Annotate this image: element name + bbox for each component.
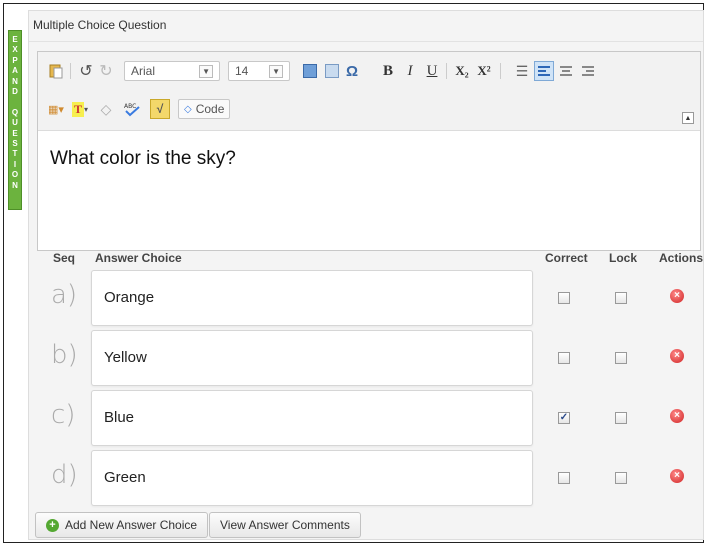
align-right-icon[interactable] (578, 61, 598, 81)
column-header-lock: Lock (609, 251, 638, 265)
answer-seq: d) (51, 460, 78, 490)
correct-checkbox[interactable] (558, 352, 570, 364)
expand-letter: E (12, 128, 18, 138)
delete-icon[interactable]: × (670, 469, 684, 483)
answer-seq: b) (51, 340, 78, 370)
image-icon[interactable] (300, 61, 320, 81)
answer-text: Green (104, 469, 146, 486)
answer-input[interactable]: Yellow (91, 330, 533, 386)
column-header-correct: Correct (545, 251, 588, 265)
title-divider (29, 41, 703, 42)
answer-row: a) Orange × (37, 270, 701, 326)
spellcheck-icon[interactable]: ABC (122, 99, 142, 119)
expand-letter: T (12, 149, 18, 159)
answer-input[interactable]: Orange (91, 270, 533, 326)
view-answer-comments-button[interactable]: View Answer Comments (209, 512, 361, 538)
subscript-button[interactable]: X₂ (452, 61, 472, 81)
answer-text: Yellow (104, 349, 147, 366)
correct-checkbox[interactable] (558, 292, 570, 304)
rich-text-editor[interactable]: ↺ ↻ Arial ▼ 14 ▼ Ω B I U X₂ X² ☰ ▦▾ T ▾ … (37, 51, 701, 251)
answer-row: c) Blue ✓ × (37, 390, 701, 446)
expand-letter: N (12, 76, 18, 86)
chevron-down-icon: ▼ (269, 64, 283, 78)
answer-seq: a) (51, 280, 78, 310)
lock-checkbox[interactable] (615, 472, 627, 484)
font-family-value: Arial (131, 64, 156, 78)
column-header-answer: Answer Choice (95, 251, 182, 265)
correct-checkbox[interactable] (558, 472, 570, 484)
delete-icon[interactable]: × (670, 409, 684, 423)
question-text[interactable]: What color is the sky? (50, 148, 236, 170)
paste-icon[interactable] (46, 61, 66, 81)
add-answer-choice-button[interactable]: + Add New Answer Choice (35, 512, 209, 538)
bulleted-list-icon[interactable]: ☰ (512, 61, 532, 81)
align-left-icon[interactable] (534, 61, 554, 81)
answer-seq: c) (51, 400, 76, 430)
font-size-select[interactable]: 14 ▼ (228, 61, 290, 81)
font-size-value: 14 (235, 64, 249, 78)
editor-toolbar: ↺ ↻ Arial ▼ 14 ▼ Ω B I U X₂ X² ☰ ▦▾ T ▾ … (38, 52, 700, 131)
plus-icon: + (46, 518, 59, 532)
toolbar-separator (70, 63, 71, 79)
question-panel: Multiple Choice Question ↺ ↻ Arial ▼ 14 … (28, 10, 704, 540)
lock-checkbox[interactable] (615, 292, 627, 304)
math-sqrt-icon[interactable]: √ (150, 99, 170, 119)
answer-text: Orange (104, 289, 155, 306)
chevron-down-icon: ▼ (199, 64, 213, 78)
special-char-omega-button[interactable]: Ω (342, 61, 362, 81)
answer-input[interactable]: Blue (91, 390, 533, 446)
expand-letter: U (12, 118, 18, 128)
answer-text: Blue (104, 409, 135, 426)
lock-checkbox[interactable] (615, 412, 627, 424)
expand-letter: I (13, 159, 17, 169)
text-color-palette-icon[interactable]: ▦▾ (46, 99, 66, 119)
expand-gap (14, 97, 16, 107)
toolbar-separator (500, 63, 501, 79)
table-icon[interactable] (322, 61, 342, 81)
code-label: Code (195, 102, 225, 116)
expand-letter: N (12, 180, 18, 190)
toolbar-separator (446, 63, 447, 79)
expand-question-tab[interactable]: E X P A N D Q U E S T I O N (8, 30, 22, 210)
undo-icon[interactable]: ↺ (76, 61, 96, 81)
expand-letter: D (12, 87, 18, 97)
code-button[interactable]: ◇ Code (178, 99, 231, 119)
highlight-text-icon[interactable]: T ▾ (70, 99, 90, 119)
code-icon: ◇ (184, 103, 192, 115)
redo-icon[interactable]: ↻ (96, 61, 116, 81)
font-family-select[interactable]: Arial ▼ (124, 61, 220, 81)
svg-text:ABC: ABC (124, 103, 136, 110)
column-header-seq: Seq (53, 251, 76, 265)
bold-button[interactable]: B (378, 61, 398, 81)
answer-row: d) Green × (37, 450, 701, 506)
underline-button[interactable]: U (422, 61, 442, 81)
answer-input[interactable]: Green (91, 450, 533, 506)
delete-icon[interactable]: × (670, 349, 684, 363)
add-answer-label: Add New Answer Choice (65, 518, 198, 532)
italic-button[interactable]: I (400, 61, 420, 81)
expand-letter: X (12, 45, 18, 55)
view-comments-label: View Answer Comments (220, 518, 350, 532)
lock-checkbox[interactable] (615, 352, 627, 364)
editor-resize-handle[interactable]: ▲ (682, 112, 694, 124)
eraser-icon[interactable]: ◇ (96, 99, 116, 119)
correct-checkbox[interactable]: ✓ (558, 412, 570, 424)
expand-letter: S (12, 139, 18, 149)
expand-letter: A (12, 66, 18, 76)
superscript-button[interactable]: X² (474, 61, 494, 81)
expand-letter: O (11, 170, 19, 180)
expand-letter: Q (11, 107, 19, 117)
answer-row: b) Yellow × (37, 330, 701, 386)
column-header-actions: Actions (659, 251, 704, 265)
expand-letter: P (12, 55, 18, 65)
delete-icon[interactable]: × (670, 289, 684, 303)
panel-title: Multiple Choice Question (33, 18, 167, 32)
align-center-icon[interactable] (556, 61, 576, 81)
expand-letter: E (12, 35, 18, 44)
